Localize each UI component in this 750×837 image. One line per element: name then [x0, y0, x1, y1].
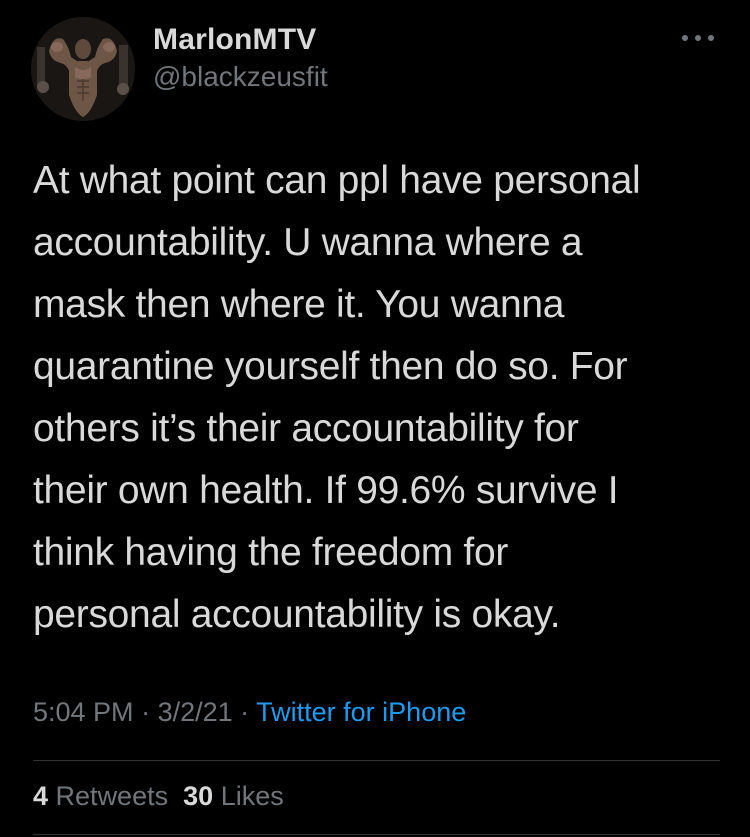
tweet-date: 3/2/21: [157, 697, 233, 727]
likes-count: 30: [183, 781, 214, 811]
meta-separator: ·: [232, 697, 257, 727]
profile-avatar-image: [31, 17, 135, 121]
tweet-source-link[interactable]: Twitter for iPhone: [256, 697, 466, 727]
avatar[interactable]: [31, 17, 135, 121]
tweet-time: 5:04 PM: [33, 697, 134, 727]
tweet-meta: 5:04 PM · 3/2/21 · Twitter for iPhone: [33, 697, 466, 728]
more-horizontal-icon: [682, 35, 714, 41]
tweet-detail: MarlonMTV @blackzeusfit At what point ca…: [0, 0, 750, 837]
likes-stat[interactable]: 30 Likes: [183, 781, 284, 811]
likes-label: Likes: [220, 781, 284, 811]
meta-separator: ·: [133, 697, 158, 727]
divider: [33, 760, 720, 761]
more-options-button[interactable]: [676, 28, 720, 48]
retweets-stat[interactable]: 4 Retweets: [33, 781, 168, 811]
retweets-count: 4: [33, 781, 49, 811]
divider-bottom: [33, 834, 720, 835]
display-name[interactable]: MarlonMTV: [153, 23, 316, 57]
tweet-text: At what point can ppl have personal acco…: [33, 159, 641, 636]
user-handle[interactable]: @blackzeusfit: [153, 61, 328, 93]
retweets-label: Retweets: [55, 781, 169, 811]
tweet-stats: 4 Retweets 30 Likes: [33, 781, 284, 812]
